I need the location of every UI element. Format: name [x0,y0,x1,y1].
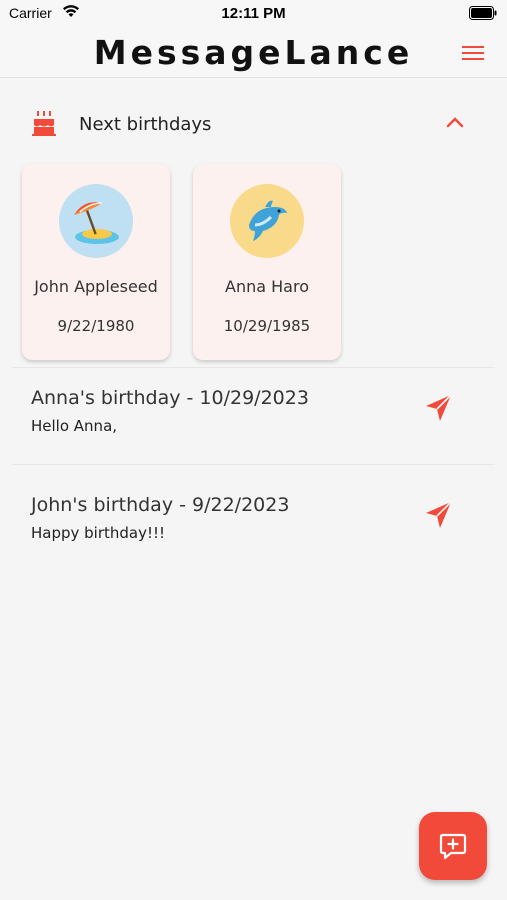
message-body: Hello Anna, [31,417,118,435]
section-title: Next birthdays [79,114,212,135]
dolphin-icon [230,184,304,258]
app-title: MessageLance [93,33,414,72]
divider [12,367,495,368]
contact-date: 9/22/1980 [57,317,135,335]
status-bar: Carrier 12:11 PM [0,0,507,30]
contact-name: John Appleseed [34,277,158,296]
battery-icon [469,6,497,20]
contact-card-anna[interactable]: Anna Haro 10/29/1985 [193,164,341,360]
birthdays-section-header[interactable]: Next birthdays [0,100,507,150]
add-message-icon [439,833,467,860]
divider [12,464,495,465]
new-message-button[interactable] [419,812,487,880]
message-title: Anna's birthday - 10/29/2023 [31,387,309,409]
beach-umbrella-icon [59,184,133,258]
contact-date: 10/29/1985 [223,317,311,335]
message-title: John's birthday - 9/22/2023 [31,494,290,516]
message-item[interactable]: Anna's birthday - 10/29/2023 Hello Anna, [0,387,507,483]
cake-icon [32,111,56,136]
send-icon[interactable] [423,500,453,530]
message-body: Happy birthday!!! [31,524,166,542]
contact-card-john[interactable]: John Appleseed 9/22/1980 [22,164,170,360]
app-header: MessageLance [0,30,507,78]
chevron-up-icon[interactable] [446,116,464,128]
message-item[interactable]: John's birthday - 9/22/2023 Happy birthd… [0,494,507,590]
send-icon[interactable] [423,393,453,423]
status-time: 12:11 PM [221,5,286,22]
contact-name: Anna Haro [225,277,309,296]
menu-icon[interactable] [461,44,485,62]
